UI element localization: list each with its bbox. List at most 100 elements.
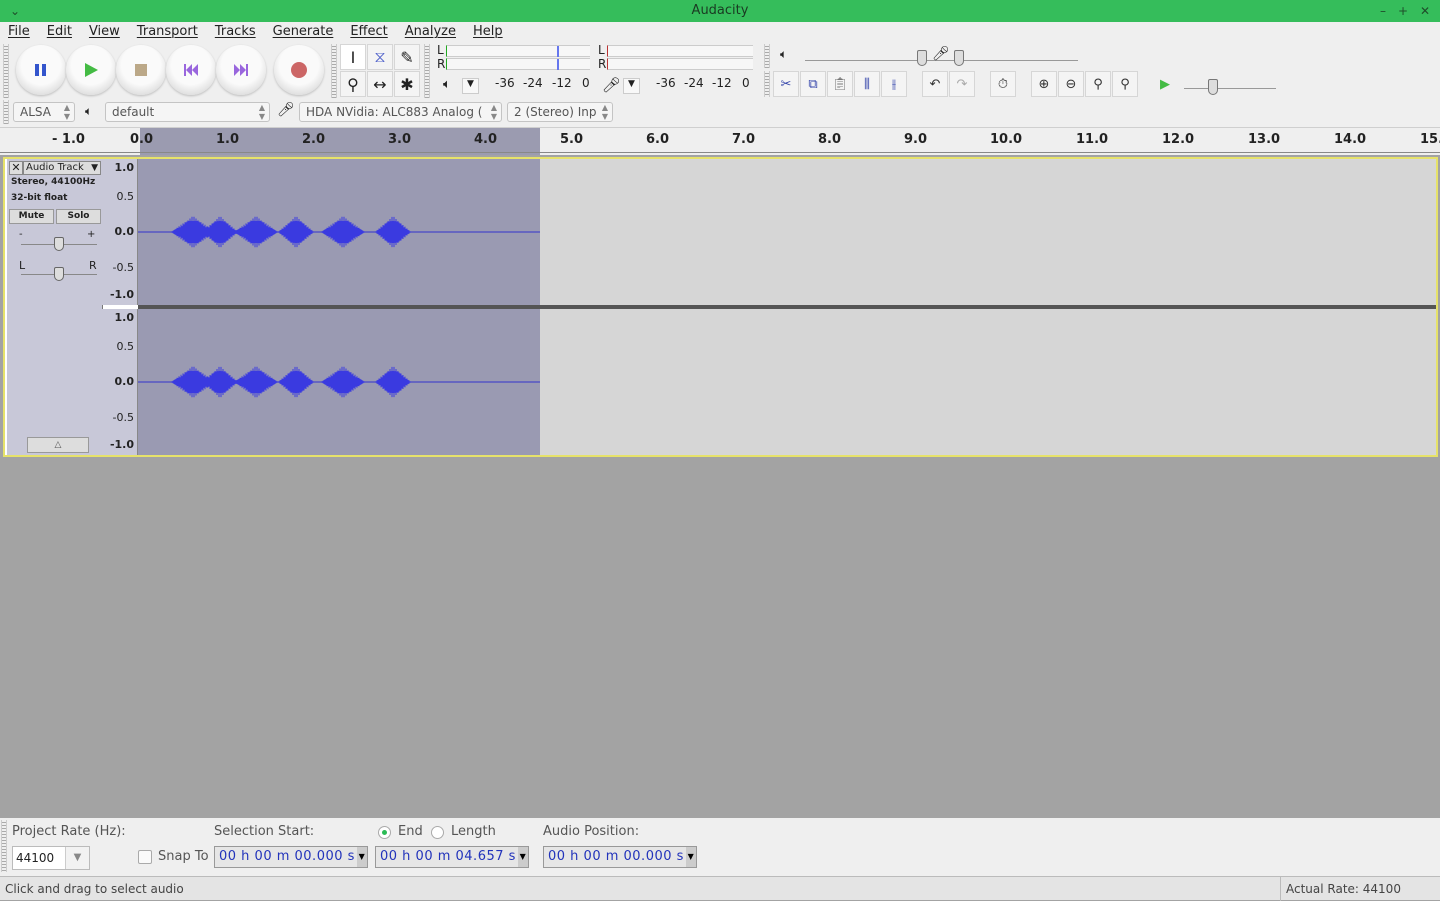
track-control-panel: ✕ Audio Track ▼ Stereo, 44100Hz 32-bit fl… [7, 159, 103, 455]
fit-selection-button[interactable]: ⚲ [1085, 71, 1111, 97]
pause-button[interactable] [16, 45, 66, 95]
audio-track[interactable]: ✕ Audio Track ▼ Stereo, 44100Hz 32-bit fl… [3, 157, 1438, 457]
menu-analyze[interactable]: Analyze [405, 22, 456, 42]
output-device-value: default [112, 105, 155, 119]
skip-start-button[interactable] [166, 45, 216, 95]
redo-icon: ↷ [956, 76, 968, 92]
ruler-label: 1.0 [216, 132, 240, 147]
track-menu-button[interactable]: Audio Track ▼ [23, 161, 101, 175]
silence-button[interactable]: ⫲ [881, 71, 907, 97]
selection-toolbar: Project Rate (Hz): 44100 ▼ Snap To Select… [0, 818, 1440, 876]
record-meter-menu[interactable]: ▼ [623, 78, 640, 94]
playback-meter-left[interactable] [446, 45, 590, 57]
gain-slider-thumb[interactable] [54, 237, 64, 251]
chevron-down-icon[interactable]: ▼ [65, 847, 89, 869]
draw-tool[interactable]: ✎ [394, 44, 420, 70]
toolbar-grip[interactable] [764, 44, 770, 68]
audio-position-time[interactable]: 00 h 00 m 00.000 s ▼ [543, 846, 697, 868]
envelope-tool[interactable]: ⧖ [367, 44, 393, 70]
minimize-icon[interactable]: – [1380, 0, 1386, 22]
output-device-select[interactable]: default ▲ ▼ [105, 102, 270, 122]
meter-tick: -12 [712, 76, 732, 90]
timer-icon: ⏱︎ [997, 76, 1009, 92]
menu-view[interactable]: View [89, 22, 120, 42]
menu-edit[interactable]: Edit [47, 22, 72, 42]
multi-tool[interactable]: ✱ [394, 71, 420, 97]
track-name: Audio Track [26, 162, 84, 173]
chevron-down-icon[interactable]: ▼ [518, 847, 528, 867]
selection-start-time[interactable]: 00 h 00 m 00.000 s ▼ [214, 846, 368, 868]
waveform-display[interactable] [138, 159, 1436, 455]
zoom-in-button[interactable]: ⊕ [1031, 71, 1057, 97]
scissors-icon: ✂ [780, 76, 792, 92]
playback-meter-menu[interactable]: ▼ [462, 78, 479, 94]
snap-to-checkbox[interactable] [138, 850, 152, 864]
close-icon[interactable]: ✕ [1420, 0, 1430, 22]
chevron-down-icon[interactable]: ▼ [686, 847, 696, 867]
meter-right-label: R [598, 57, 607, 71]
redo-button[interactable]: ↷ [949, 71, 975, 97]
cut-button[interactable]: ✂ [773, 71, 799, 97]
status-bar: Click and drag to select audio Actual Ra… [0, 876, 1440, 901]
window-menu-icon[interactable]: ⌄ [10, 0, 20, 22]
record-button[interactable] [274, 45, 324, 95]
project-rate-label: Project Rate (Hz): [12, 824, 126, 839]
length-radio[interactable] [431, 826, 444, 839]
timeline-ruler[interactable]: - 1.0 0.0 1.0 2.0 3.0 4.0 5.0 6.0 7.0 8.0 9.0 10.0 1… [0, 128, 1440, 155]
play-speed-slider[interactable] [1184, 88, 1276, 89]
toolbar-grip[interactable] [424, 44, 430, 98]
timeshift-tool[interactable]: ↔ [367, 71, 393, 97]
audio-host-select[interactable]: ALSA ▲ ▼ [13, 102, 75, 122]
toolbar-grip[interactable] [3, 100, 9, 124]
zoom-out-button[interactable]: ⊖ [1058, 71, 1084, 97]
ruler-label: 11.0 [1076, 132, 1109, 147]
play-at-speed-button[interactable]: ▶ [1152, 71, 1178, 97]
record-volume-thumb[interactable] [954, 50, 964, 66]
mute-button[interactable]: Mute [9, 209, 54, 224]
play-button[interactable] [66, 45, 116, 95]
audio-position-value: 00 h 00 m 00.000 s [548, 849, 684, 864]
playback-meter-right[interactable] [446, 58, 590, 70]
play-speed-thumb[interactable] [1208, 79, 1218, 95]
menu-file[interactable]: File [8, 22, 30, 42]
project-rate-combo[interactable]: 44100 ▼ [12, 846, 90, 870]
solo-button[interactable]: Solo [56, 209, 101, 224]
end-radio[interactable] [378, 826, 391, 839]
stop-button[interactable] [116, 45, 166, 95]
menu-help[interactable]: Help [473, 22, 503, 42]
undo-button[interactable]: ↶ [922, 71, 948, 97]
toolbar-grip[interactable] [3, 44, 9, 98]
pan-right-label: R [89, 259, 97, 272]
menu-effect[interactable]: Effect [350, 22, 387, 42]
selection-tool[interactable]: I [340, 44, 366, 70]
toolbar-grip[interactable] [1, 820, 7, 872]
vertical-ruler-left[interactable]: 1.0 0.5 0.0 -0.5 -1.0 [101, 159, 138, 305]
input-device-select[interactable]: HDA NVidia: ALC883 Analog (▲ ▼ [299, 102, 502, 122]
speaker-icon: 🔈︎ [443, 77, 451, 92]
ruler-label: 8.0 [818, 132, 842, 147]
input-channels-select[interactable]: 2 (Stereo) Inp ▲ ▼ [507, 102, 613, 122]
fit-project-button[interactable]: ⚲ [1112, 71, 1138, 97]
maximize-icon[interactable]: + [1398, 0, 1408, 22]
record-meter-right[interactable] [607, 58, 753, 70]
vertical-ruler-right[interactable]: 1.0 0.5 0.0 -0.5 -1.0 [101, 309, 138, 455]
chevron-down-icon[interactable]: ▼ [357, 847, 367, 867]
paste-button[interactable]: 📋︎ [827, 71, 853, 97]
skip-end-button[interactable] [216, 45, 266, 95]
track-close-button[interactable]: ✕ [9, 161, 23, 175]
toolbar-grip[interactable] [331, 44, 337, 98]
toolbar-grip[interactable] [764, 71, 770, 97]
collapse-track-button[interactable]: △ [27, 437, 89, 453]
playback-volume-thumb[interactable] [917, 50, 927, 66]
menu-tracks[interactable]: Tracks [215, 22, 256, 42]
project-rate-value: 44100 [16, 851, 55, 865]
copy-button[interactable]: ⧉ [800, 71, 826, 97]
sync-lock-button[interactable]: ⏱︎ [990, 71, 1016, 97]
trim-button[interactable]: ⫼ [854, 71, 880, 97]
record-meter-left[interactable] [607, 45, 753, 57]
zoom-tool[interactable]: ⚲ [340, 71, 366, 97]
menu-generate[interactable]: Generate [273, 22, 334, 42]
menu-transport[interactable]: Transport [137, 22, 198, 42]
selection-end-time[interactable]: 00 h 00 m 04.657 s ▼ [375, 846, 529, 868]
pan-slider-thumb[interactable] [54, 267, 64, 281]
